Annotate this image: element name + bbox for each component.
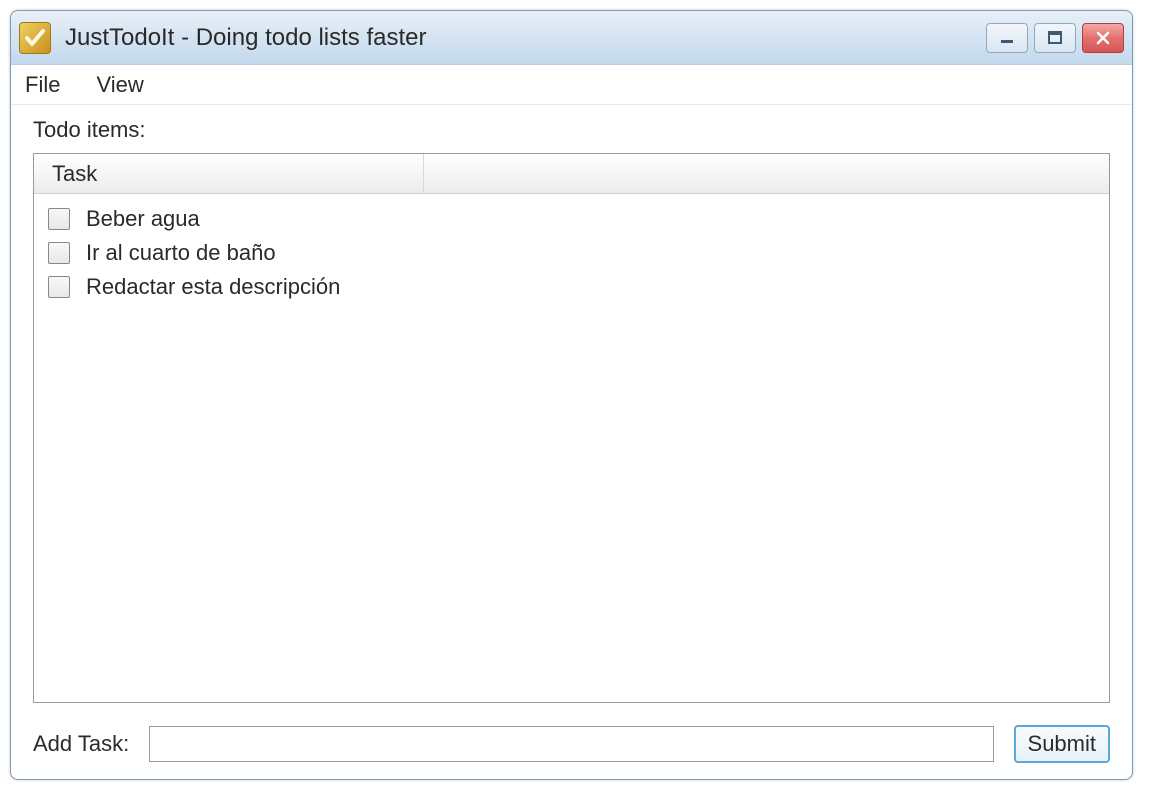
app-window: JustTodoIt - Doing todo lists faster — [10, 10, 1133, 780]
menu-view[interactable]: View — [92, 68, 147, 102]
submit-button[interactable]: Submit — [1014, 725, 1110, 763]
close-icon — [1095, 31, 1111, 45]
window-title: JustTodoIt - Doing todo lists faster — [65, 24, 986, 52]
task-checkbox[interactable] — [48, 242, 70, 264]
list-item[interactable]: Beber agua — [34, 202, 1109, 236]
list-rows: Beber agua Ir al cuarto de baño Redactar… — [34, 194, 1109, 312]
add-task-input[interactable] — [149, 726, 993, 762]
minimize-button[interactable] — [986, 23, 1028, 53]
task-label: Beber agua — [86, 206, 200, 232]
close-button[interactable] — [1082, 23, 1124, 53]
add-task-label: Add Task: — [33, 731, 129, 757]
maximize-icon — [1047, 31, 1063, 45]
task-label: Redactar esta descripción — [86, 274, 340, 300]
column-header-task[interactable]: Task — [34, 154, 424, 193]
menubar: File View — [11, 65, 1132, 105]
app-icon — [19, 22, 51, 54]
minimize-icon — [999, 31, 1015, 45]
menu-file[interactable]: File — [21, 68, 64, 102]
content-area: Todo items: Task Beber agua Ir al cuarto… — [11, 105, 1132, 779]
list-item[interactable]: Redactar esta descripción — [34, 270, 1109, 304]
checkmark-icon — [23, 26, 47, 50]
titlebar[interactable]: JustTodoIt - Doing todo lists faster — [11, 11, 1132, 65]
window-controls — [986, 23, 1124, 53]
todo-list: Task Beber agua Ir al cuarto de baño Red… — [33, 153, 1110, 703]
list-header: Task — [34, 154, 1109, 194]
maximize-button[interactable] — [1034, 23, 1076, 53]
task-checkbox[interactable] — [48, 276, 70, 298]
todo-items-label: Todo items: — [33, 117, 1110, 143]
task-checkbox[interactable] — [48, 208, 70, 230]
add-task-row: Add Task: Submit — [33, 725, 1110, 763]
task-label: Ir al cuarto de baño — [86, 240, 276, 266]
list-item[interactable]: Ir al cuarto de baño — [34, 236, 1109, 270]
